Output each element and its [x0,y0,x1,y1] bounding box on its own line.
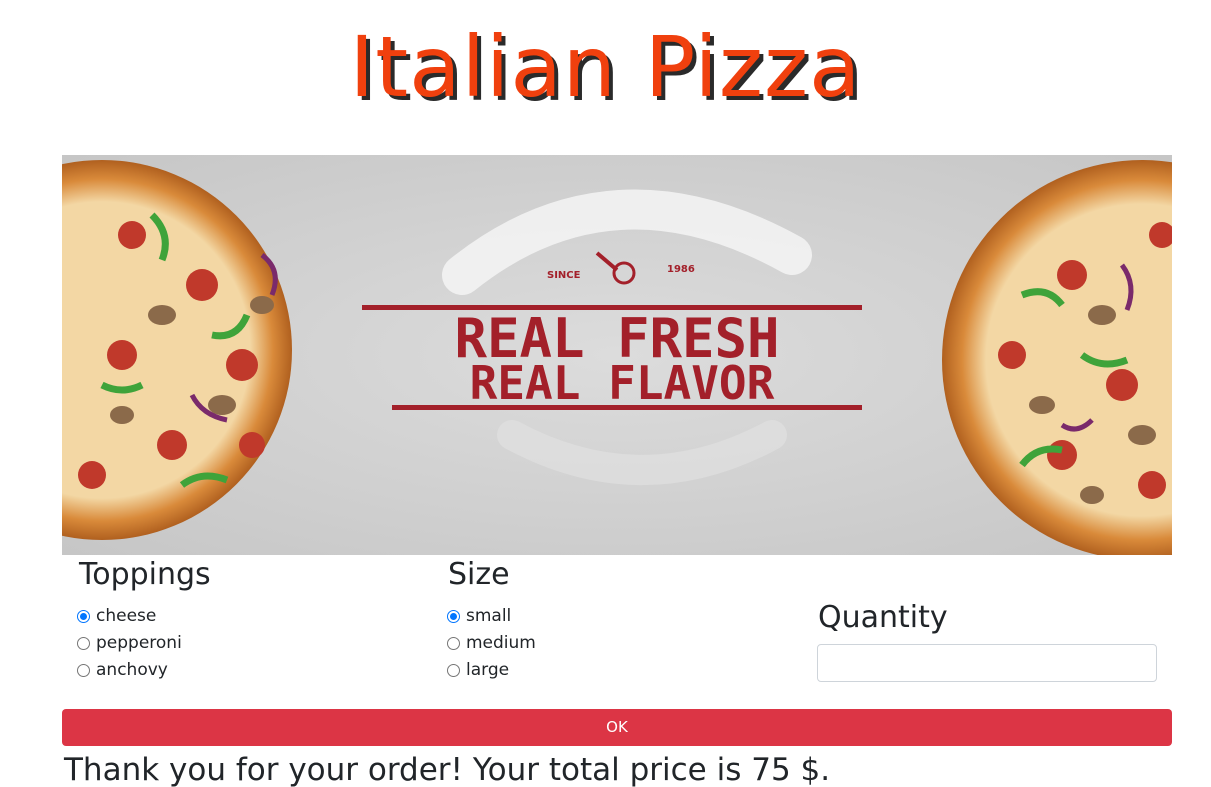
topping-option-cheese[interactable]: cheese [77,606,156,626]
topping-label-anchovy: anchovy [96,660,168,680]
size-label-medium: medium [466,633,536,653]
size-option-medium[interactable]: medium [447,633,536,653]
chalk-arc-bottom [497,420,787,485]
topping-label-cheese: cheese [96,606,157,626]
quantity-heading: Quantity [818,600,948,635]
size-radio-medium[interactable] [447,636,460,650]
pizza-right-illustration [942,160,1172,555]
pizza-left-illustration [62,160,292,540]
topping-radio-anchovy[interactable] [77,663,90,677]
size-option-small[interactable]: small [447,606,511,626]
size-label-small: small [466,606,512,626]
pizza-cutter-icon [595,251,636,285]
topping-radio-pepperoni[interactable] [77,636,90,650]
size-label-large: large [466,660,510,680]
size-heading: Size [448,557,510,592]
order-confirmation-text: Thank you for your order! Your total pri… [64,752,831,787]
topping-option-pepperoni[interactable]: pepperoni [77,633,182,653]
size-option-large[interactable]: large [447,660,509,680]
hero-banner-image: SINCE 1986 REAL FRESH REAL FLAVOR [62,155,1172,555]
size-radio-small[interactable] [447,609,460,623]
headline-line2: REAL FLAVOR [470,356,775,410]
size-radio-large[interactable] [447,663,460,677]
since-label: SINCE [547,270,581,281]
page-title: Italian Pizza [349,18,862,116]
quantity-input[interactable] [817,644,1157,682]
ok-button[interactable]: OK [62,709,1172,746]
topping-option-anchovy[interactable]: anchovy [77,660,168,680]
topping-radio-cheese[interactable] [77,609,90,623]
year-label: 1986 [667,264,695,275]
topping-label-pepperoni: pepperoni [96,633,182,653]
toppings-heading: Toppings [79,557,211,592]
chalk-arc-top [442,189,812,295]
